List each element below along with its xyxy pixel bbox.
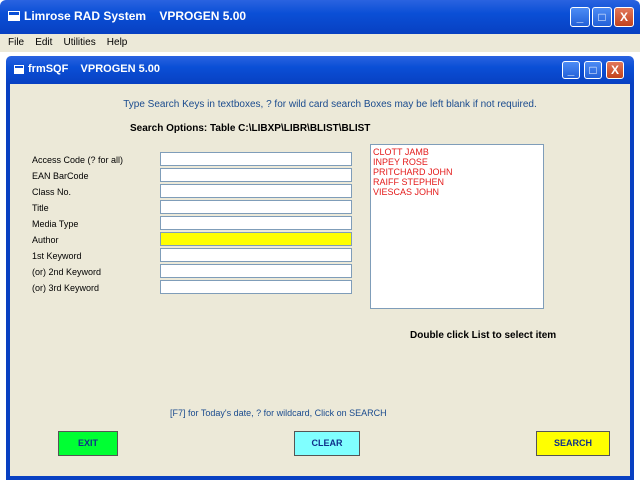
maximize-button[interactable]: □ [592, 7, 612, 27]
field-label-2nd-keyword: (or) 2nd Keyword [32, 267, 102, 277]
form-close-button[interactable]: X [606, 61, 624, 79]
instructions-text: Type Search Keys in textboxes, ? for wil… [123, 99, 537, 110]
form-titlebar: frmSQF VPROGEN 5.00 _ □ X [6, 56, 634, 84]
app-icon [8, 11, 20, 21]
list-item[interactable]: RAIFF STEPHEN [373, 177, 541, 187]
menu-help[interactable]: Help [107, 34, 128, 52]
list-item[interactable]: INPEY ROSE [373, 157, 541, 167]
f7-hint: [F7] for Today's date, ? for wildcard, C… [170, 408, 387, 418]
list-item[interactable]: PRITCHARD JOHN [373, 167, 541, 177]
keyword2-input[interactable] [160, 264, 352, 278]
minimize-button[interactable]: _ [570, 7, 590, 27]
ean-barcode-input[interactable] [160, 168, 352, 182]
form-minimize-button[interactable]: _ [562, 61, 580, 79]
class-no-input[interactable] [160, 184, 352, 198]
search-options-text: Search Options: Table C:\LIBXP\LIBR\BLIS… [130, 123, 371, 134]
access-code-input[interactable] [160, 152, 352, 166]
title-input[interactable] [160, 200, 352, 214]
media-type-input[interactable] [160, 216, 352, 230]
form-client-area: Type Search Keys in textboxes, ? for wil… [6, 84, 634, 480]
field-label-3rd-keyword: (or) 3rd Keyword [32, 283, 100, 293]
menu-file[interactable]: File [8, 34, 24, 52]
form-icon [14, 65, 24, 74]
form-maximize-button[interactable]: □ [584, 61, 602, 79]
menu-bar: File Edit Utilities Help [0, 34, 640, 52]
list-item[interactable]: VIESCAS JOHN [373, 187, 541, 197]
close-button[interactable]: X [614, 7, 634, 27]
keyword3-input[interactable] [160, 280, 352, 294]
menu-utilities[interactable]: Utilities [63, 34, 95, 52]
field-label-title: Title [32, 203, 49, 213]
keyword1-input[interactable] [160, 248, 352, 262]
results-list[interactable]: CLOTT JAMB INPEY ROSE PRITCHARD JOHN RAI… [370, 144, 544, 309]
window-titlebar: Limrose RAD System VPROGEN 5.00 _ □ X [0, 0, 640, 34]
field-label-1st-keyword: 1st Keyword [32, 251, 82, 261]
field-label-class-no: Class No. [32, 187, 72, 197]
field-label-ean-barcode: EAN BarCode [32, 171, 89, 181]
search-button[interactable]: SEARCH [536, 431, 610, 456]
window-title: Limrose RAD System VPROGEN 5.00 [24, 9, 247, 23]
exit-button[interactable]: EXIT [58, 431, 118, 456]
double-click-hint: Double click List to select item [410, 330, 557, 341]
clear-button[interactable]: CLEAR [294, 431, 360, 456]
field-label-media-type: Media Type [32, 219, 79, 229]
field-label-author: Author [32, 235, 59, 245]
author-input[interactable] [160, 232, 352, 246]
field-label-access-code: Access Code (? for all) [32, 155, 124, 165]
menu-edit[interactable]: Edit [35, 34, 52, 52]
list-item[interactable]: CLOTT JAMB [373, 147, 541, 157]
form-title: frmSQF VPROGEN 5.00 [28, 63, 161, 75]
